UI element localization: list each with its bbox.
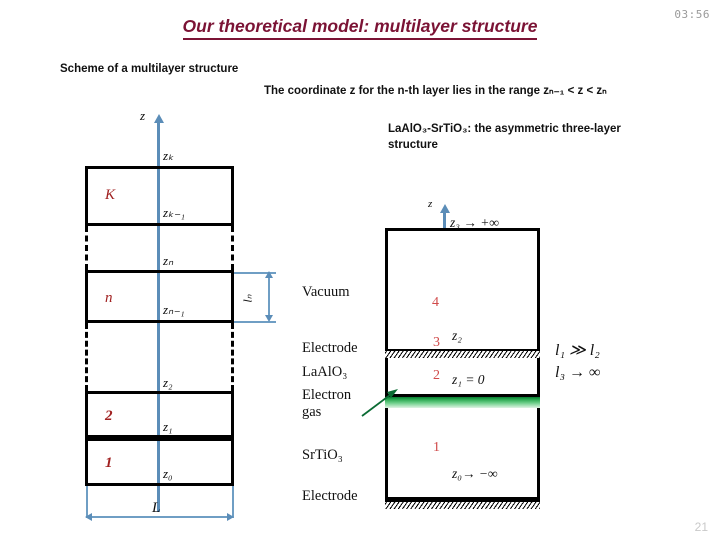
boundary-label-zn-1: zₙ₋₁: [163, 302, 185, 317]
boundary-label-z3: z₃ → +∞: [450, 215, 499, 230]
material-label-vacuum: Vacuum: [302, 284, 350, 300]
electron-gas-pointer-arrow: [361, 389, 398, 417]
layer-number-n: n: [105, 290, 113, 306]
boundary-label-z0-right: z₀→ −∞: [452, 466, 498, 481]
region-number-2: 2: [433, 368, 440, 383]
condition-line-2: l₃ → ∞: [555, 363, 601, 381]
layer-number-1: 1: [105, 455, 113, 471]
material-label-electrode-top: Electrode: [302, 340, 358, 356]
material-label-electrode-bottom: Electrode: [302, 488, 358, 504]
stack-outline: [385, 228, 540, 500]
boundary-label-zK: zₖ: [163, 148, 174, 163]
thickness-arrow-down: [265, 315, 273, 322]
condition-line-1: l₁ ≫ l₂: [555, 342, 600, 359]
boundary-label-z1: z₁: [163, 419, 173, 434]
width-arrow-right: [227, 513, 234, 521]
boundary-label-z1-right: z₁ = 0: [452, 372, 485, 387]
layer-number-K: K: [105, 187, 116, 203]
region-number-1: 1: [433, 440, 440, 455]
boundary-label-z2: z₂: [163, 375, 173, 390]
lao-sto-diagram: z 4 3 2 1 z₃ → +∞ z₂ z₁ = 0 z₀→ −∞ Vacuu…: [300, 0, 720, 540]
material-label-laalo3: LaAlO₃: [302, 364, 348, 380]
region-number-3: 3: [433, 335, 440, 350]
thickness-measure-line: [268, 277, 270, 317]
z-axis-label-left: z: [140, 108, 146, 123]
layer-number-2: 2: [105, 408, 113, 424]
boundary-label-zK-1: zₖ₋₁: [163, 205, 185, 220]
electrode-bottom-hatching: [385, 500, 540, 509]
dashed-left-upper: [85, 226, 88, 270]
multilayer-scheme-diagram: z K zₖ zₖ₋₁ n zₙ zₙ₋₁ 2 z₂ z₁ 1 z₀ lₙ L: [0, 0, 300, 540]
region-number-4: 4: [432, 295, 439, 310]
electrode-top-hatching: [385, 349, 540, 358]
width-label-L: L: [152, 500, 161, 516]
dashed-right-upper: [231, 226, 234, 270]
boundary-label-z2-right: z₂: [452, 328, 462, 343]
thickness-label-ln: lₙ: [240, 294, 255, 303]
boundary-label-z0: z₀: [163, 466, 173, 481]
material-label-srtio3: SrTiO₃: [302, 447, 343, 463]
dashed-right-lower: [231, 323, 234, 391]
material-label-electron-gas-text: Electron gas: [302, 387, 352, 420]
conditions-block: l₁ ≫ l₂ l₃ → ∞: [555, 340, 600, 383]
thickness-arrow-up: [265, 271, 273, 278]
width-arrow-left: [85, 513, 92, 521]
boundary-label-zn: zₙ: [163, 253, 174, 268]
dashed-left-lower: [85, 323, 88, 391]
electron-gas-layer: [385, 394, 540, 408]
z-axis-label-right: z: [428, 198, 433, 210]
